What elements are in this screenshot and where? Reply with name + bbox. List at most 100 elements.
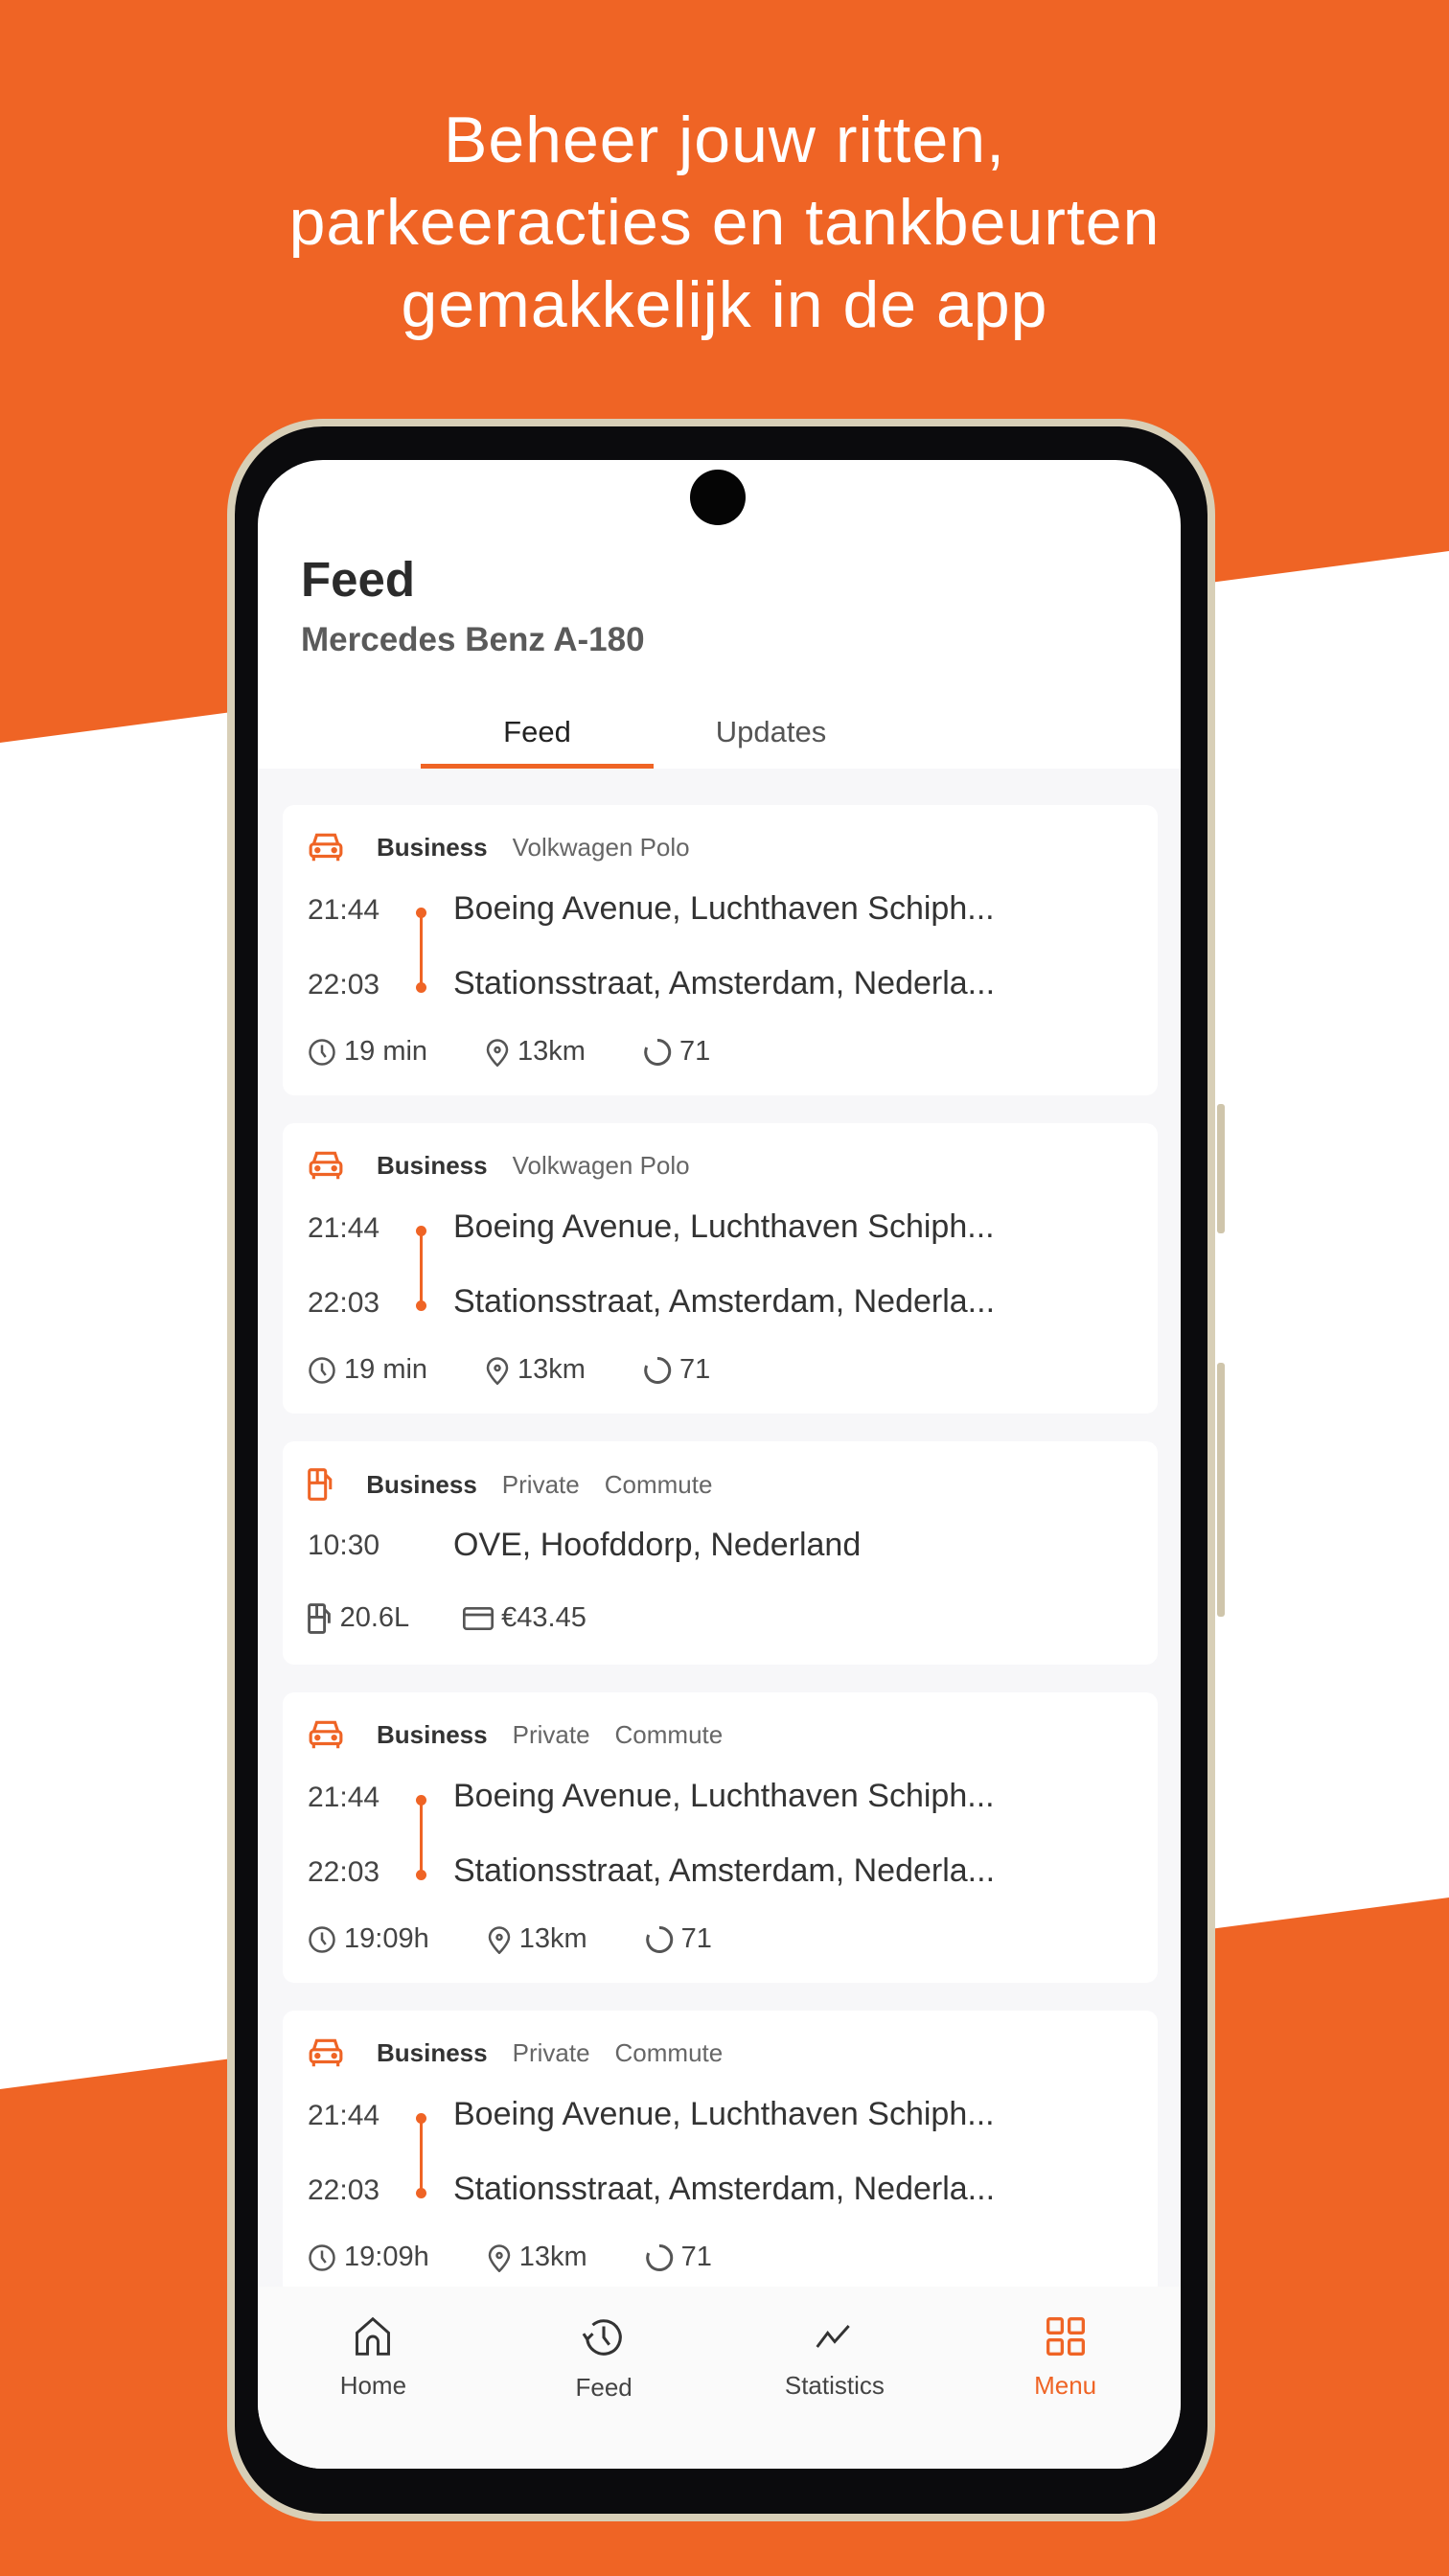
nav-label: Statistics [784, 2371, 885, 2400]
route-end-dot [416, 982, 426, 993]
route-line [420, 1231, 423, 1306]
tag-label: Commute [614, 1719, 724, 1749]
fuel-icon [308, 1468, 341, 1501]
feed-card[interactable]: Business Private Commute 21:44 Boeing Avenue… [283, 1692, 1158, 1983]
feed-list[interactable]: Business Volkwagen Polo 21:44 Boeing Avenue… [258, 769, 1181, 2287]
card-icon [463, 1606, 494, 1631]
tag-row: Business Private Commute [308, 2037, 723, 2068]
car-icon [308, 832, 352, 862]
route-end-dot [416, 1870, 426, 1880]
tag-label: Business [377, 1150, 488, 1180]
end-address: Stationsstraat, Amsterdam, Nederla... [453, 965, 996, 1001]
feed-card[interactable]: Business Volkwagen Polo 21:44 Boeing Avenue… [283, 805, 1158, 1095]
score: 71 [645, 2242, 712, 2273]
tag-row: Business Volkwagen Polo [308, 1150, 690, 1181]
pin-icon [487, 1925, 512, 1954]
tag-label: Commute [614, 2037, 724, 2067]
pin-icon [485, 1038, 510, 1067]
score: 71 [643, 1354, 710, 1386]
tab-feed[interactable]: Feed [421, 715, 654, 749]
tag-label: Business [377, 832, 488, 862]
route-start-dot [416, 908, 426, 918]
fuel-amount: €43.45 [463, 1602, 586, 1634]
pin-icon [485, 1356, 510, 1385]
route-line [420, 913, 423, 988]
feed-card[interactable]: Business Private Commute 10:30 OVE, Hoofddor… [283, 1441, 1158, 1665]
time: 10:30 [308, 1530, 380, 1561]
duration: 19:09h [308, 1923, 429, 1955]
score: 71 [645, 1923, 712, 1955]
meta-row: 19:09h 13km 71 [308, 2242, 712, 2273]
start-address: Boeing Avenue, Luchthaven Schiph... [453, 1778, 995, 1814]
feed-card[interactable]: Business Private Commute 21:44 Boeing Avenue… [283, 2011, 1158, 2287]
tag-label: Private [512, 1719, 590, 1749]
start-address: Boeing Avenue, Luchthaven Schiph... [453, 2096, 995, 2132]
home-icon [352, 2315, 394, 2371]
tag-label: Business [377, 2037, 488, 2067]
power-button [1217, 1363, 1225, 1617]
tag-row: Business Volkwagen Polo [308, 832, 690, 862]
distance-value: 13km [518, 1354, 586, 1385]
route-line [420, 2119, 423, 2194]
score-value: 71 [678, 1036, 711, 1067]
chart-line-icon [813, 2315, 857, 2371]
tag-label: Private [501, 1469, 580, 1499]
fuel-icon [308, 1602, 333, 1634]
route-start-dot [416, 1795, 426, 1806]
distance-value: 13km [518, 1923, 587, 1954]
phone-bezel: Feed Mercedes Benz A-180 Feed Updates Bu… [235, 426, 1208, 2514]
tag-label: Commute [604, 1469, 713, 1499]
distance: 13km [485, 1036, 586, 1068]
tag-label: Business [366, 1469, 477, 1499]
car-icon [308, 2037, 352, 2068]
distance: 13km [487, 1923, 587, 1955]
score: 71 [643, 1036, 710, 1068]
start-time: 21:44 [308, 894, 380, 926]
address: OVE, Hoofddorp, Nederland [453, 1527, 862, 1563]
route-end-dot [416, 2188, 426, 2198]
route-end-dot [416, 1300, 426, 1311]
clock-icon [308, 1925, 336, 1954]
nav-home[interactable]: Home [258, 2287, 489, 2469]
duration-value: 19:09h [344, 2242, 429, 2272]
end-address: Stationsstraat, Amsterdam, Nederla... [453, 1852, 996, 1889]
vehicle-name: Mercedes Benz A-180 [301, 621, 645, 658]
tag-row: Business Private Commute [308, 1719, 723, 1750]
feed-card[interactable]: Business Volkwagen Polo 21:44 Boeing Avenue… [283, 1123, 1158, 1414]
volume-button [1217, 1104, 1225, 1233]
clock-icon [308, 2243, 336, 2272]
nav-label: Home [339, 2371, 407, 2400]
score-icon [643, 1038, 672, 1067]
score-value: 71 [678, 1354, 711, 1385]
duration-value: 19 min [344, 1036, 428, 1067]
headline: Beheer jouw ritten, parkeeracties en tan… [0, 99, 1449, 346]
end-address: Stationsstraat, Amsterdam, Nederla... [453, 1283, 996, 1320]
duration: 19 min [308, 1036, 427, 1068]
end-time: 22:03 [308, 1856, 380, 1888]
tag-label: Business [377, 1719, 488, 1749]
meta-row: 19 min 13km 71 [308, 1036, 710, 1068]
duration: 19:09h [308, 2242, 429, 2273]
start-time: 21:44 [308, 1212, 380, 1244]
nav-label: Menu [1034, 2371, 1097, 2400]
start-time: 21:44 [308, 2100, 380, 2131]
history-icon [582, 2315, 626, 2373]
tab-updates[interactable]: Updates [655, 715, 887, 749]
car-icon [308, 1150, 352, 1181]
tag-label: Volkwagen Polo [512, 1150, 690, 1180]
distance-value: 13km [518, 1036, 586, 1067]
tag-label: Private [512, 2037, 590, 2067]
clock-icon [308, 1038, 336, 1067]
score-value: 71 [680, 1923, 712, 1954]
score-value: 71 [680, 2242, 712, 2272]
fuel-liters: 20.6L [308, 1602, 409, 1634]
bottom-nav: Home Feed Statistics Menu [258, 2287, 1181, 2469]
clock-icon [308, 1356, 336, 1385]
end-address: Stationsstraat, Amsterdam, Nederla... [453, 2171, 996, 2207]
nav-statistics[interactable]: Statistics [720, 2287, 951, 2469]
phone-frame: Feed Mercedes Benz A-180 Feed Updates Bu… [227, 419, 1225, 2521]
end-time: 22:03 [308, 969, 380, 1000]
nav-feed[interactable]: Feed [489, 2287, 720, 2469]
nav-menu[interactable]: Menu [950, 2287, 1181, 2469]
headline-line: Beheer jouw ritten, [444, 104, 1005, 176]
